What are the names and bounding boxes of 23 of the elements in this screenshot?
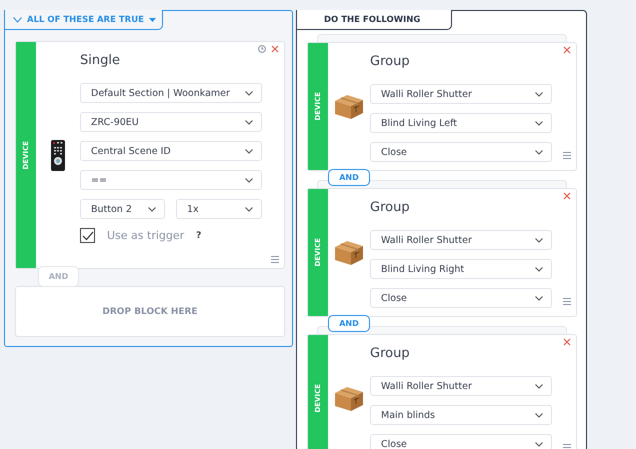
select-field[interactable]: 1x: [176, 199, 262, 219]
select-field[interactable]: Default Section | Woonkamer: [80, 83, 262, 103]
block-title: Group: [370, 200, 411, 217]
select-field[interactable]: Button 2: [80, 199, 165, 219]
select-field[interactable]: ==: [80, 170, 262, 190]
select-field[interactable]: Walli Roller Shutter: [370, 230, 552, 250]
trigger-label: Use as trigger: [107, 229, 184, 242]
actions-tab[interactable]: DO THE FOLLOWING: [296, 10, 452, 30]
select-field[interactable]: Close: [370, 434, 552, 449]
block-title: Single: [80, 53, 121, 70]
select-field[interactable]: Close: [370, 288, 552, 308]
help-link[interactable]: ?: [196, 230, 202, 240]
select-field[interactable]: Central Scene ID: [80, 141, 262, 161]
select-field[interactable]: Close: [370, 142, 552, 162]
select-field[interactable]: Main blinds: [370, 405, 552, 425]
condition-mode-label: ALL OF THESE ARE TRUE: [27, 14, 144, 24]
select-field[interactable]: Walli Roller Shutter: [370, 84, 552, 104]
block-title: Group: [370, 346, 411, 363]
select-field[interactable]: Blind Living Left: [370, 113, 552, 133]
select-field[interactable]: ZRC-90EU: [80, 112, 262, 132]
block-title: Group: [370, 54, 411, 71]
select-field[interactable]: Blind Living Right: [370, 259, 552, 279]
select-field[interactable]: Walli Roller Shutter: [370, 376, 552, 396]
